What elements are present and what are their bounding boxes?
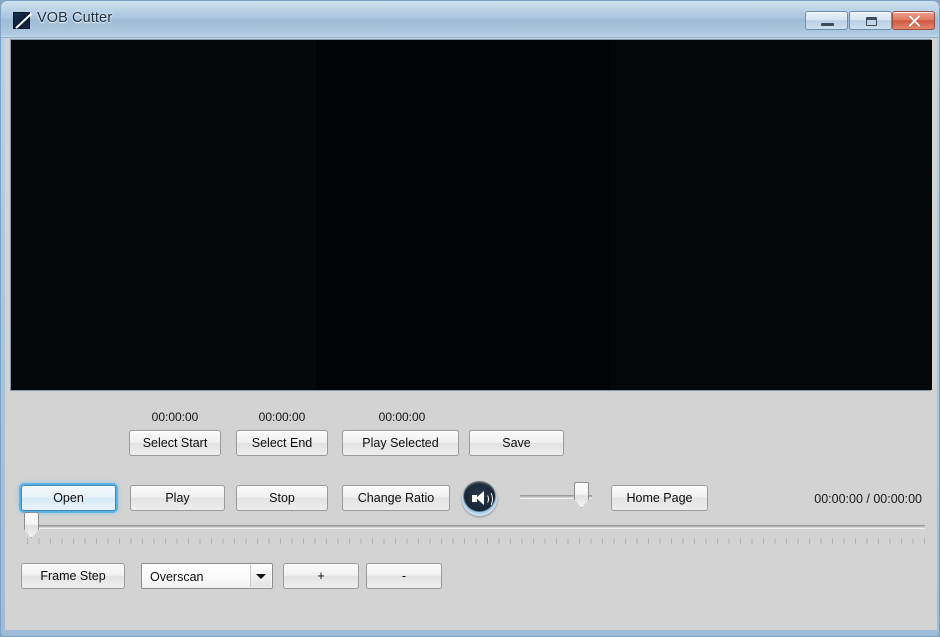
play-button[interactable]: Play: [130, 485, 225, 511]
selection-time-label: 00:00:00: [378, 410, 426, 424]
seek-slider-thumb[interactable]: [24, 512, 39, 538]
maximize-icon: [850, 12, 891, 29]
client-area: 00:00:00 00:00:00 00:00:00 Select Start …: [5, 38, 937, 630]
seek-slider-ticks: [27, 538, 925, 544]
play-selected-button[interactable]: Play Selected: [342, 430, 459, 456]
window-title: VOB Cutter: [37, 10, 113, 26]
start-time-label: 00:00:00: [151, 410, 199, 424]
save-button[interactable]: Save: [469, 430, 564, 456]
close-button[interactable]: [892, 11, 935, 30]
app-icon-slash: [15, 13, 32, 29]
app-icon: [13, 12, 32, 29]
volume-slider-thumb[interactable]: [574, 482, 589, 508]
minimize-icon: [806, 12, 847, 29]
end-time-label: 00:00:00: [258, 410, 306, 424]
minimize-button[interactable]: [805, 11, 848, 30]
maximize-button[interactable]: [849, 11, 892, 30]
position-total-label: 00:00:00 / 00:00:00: [814, 492, 922, 506]
overscan-dropdown[interactable]: Overscan: [141, 563, 273, 589]
zoom-out-button[interactable]: -: [366, 563, 442, 589]
speaker-icon[interactable]: [462, 481, 497, 516]
application-window: VOB Cutter 00:00:00 00:00:00 00:00:00 Se…: [0, 0, 940, 637]
chevron-down-icon[interactable]: [250, 565, 271, 587]
title-bar[interactable]: VOB Cutter: [1, 1, 939, 38]
video-preview-surface[interactable]: [10, 39, 932, 391]
close-icon: [893, 12, 934, 29]
change-ratio-button[interactable]: Change Ratio: [342, 485, 450, 511]
stop-button[interactable]: Stop: [236, 485, 328, 511]
overscan-dropdown-value: Overscan: [150, 570, 204, 584]
select-start-button[interactable]: Select Start: [129, 430, 221, 456]
seek-slider-track[interactable]: [27, 525, 925, 529]
frame-step-button[interactable]: Frame Step: [21, 563, 125, 589]
open-button[interactable]: Open: [21, 485, 116, 511]
select-end-button[interactable]: Select End: [236, 430, 328, 456]
zoom-in-button[interactable]: +: [283, 563, 359, 589]
home-page-button[interactable]: Home Page: [611, 485, 708, 511]
